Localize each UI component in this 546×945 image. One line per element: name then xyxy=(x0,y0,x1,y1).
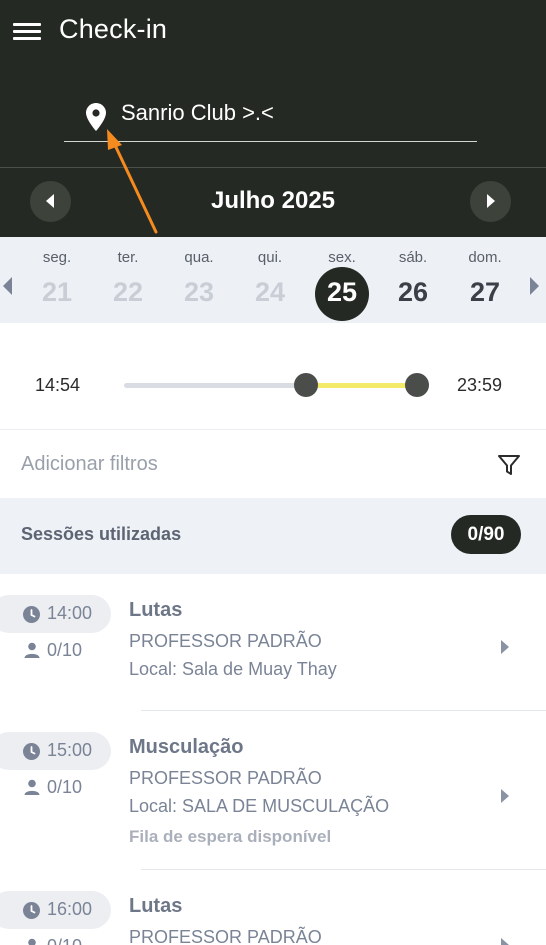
waitlist-available-label: Fila de espera disponível xyxy=(129,827,332,846)
clock-icon xyxy=(23,902,40,919)
chevron-right-icon xyxy=(501,789,509,803)
time-range-filter: 14:54 23:59 xyxy=(0,323,546,430)
class-time: 14:00 xyxy=(47,603,93,623)
app-header: Check-in Sanrio Club >.< Julho 2025 xyxy=(0,0,546,237)
class-list-item[interactable]: 15:00 0/10 Musculação PROFESSOR PADRÃO L… xyxy=(0,711,546,870)
class-location: Local: SALA DE MUSCULAÇÃO xyxy=(129,796,390,816)
class-capacity-value: 0/10 xyxy=(47,640,83,660)
person-icon xyxy=(24,642,40,658)
filter-icon xyxy=(498,455,520,475)
next-week-arrow-icon[interactable] xyxy=(530,277,539,295)
time-range-slider[interactable] xyxy=(124,373,429,397)
day-of-week: qua. xyxy=(184,249,214,266)
day-item[interactable]: sáb. 26 xyxy=(383,237,443,323)
class-location: Local: Sala de Muay Thay xyxy=(129,659,337,679)
time-range-start: 14:54 xyxy=(35,375,81,395)
class-teacher: PROFESSOR PADRÃO xyxy=(129,631,322,651)
sessions-used-label: Sessões utilizadas xyxy=(21,524,182,544)
day-number: 25 xyxy=(326,277,358,307)
sessions-used-bar: Sessões utilizadas 0/90 xyxy=(0,498,546,574)
time-range-end: 23:59 xyxy=(457,375,503,395)
class-time: 16:00 xyxy=(47,899,93,919)
class-list-item[interactable]: 16:00 0/10 Lutas PROFESSOR PADRÃO xyxy=(0,870,546,945)
day-number: 27 xyxy=(469,277,501,307)
map-pin-icon xyxy=(86,103,106,131)
clock-icon xyxy=(23,743,40,760)
month-navigator: Julho 2025 xyxy=(0,168,546,237)
location-name: Sanrio Club >.< xyxy=(121,100,274,125)
sessions-used-badge: 0/90 xyxy=(451,515,521,554)
day-item-selected[interactable]: sex. 25 xyxy=(312,237,372,323)
day-item[interactable]: ter. 22 xyxy=(98,237,158,323)
day-of-week: ter. xyxy=(117,249,139,266)
class-list-item[interactable]: 14:00 0/10 Lutas PROFESSOR PADRÃO Local:… xyxy=(0,574,546,711)
class-name: Musculação xyxy=(129,736,244,758)
day-item[interactable]: qui. 24 xyxy=(240,237,300,323)
day-number: 22 xyxy=(112,277,144,307)
person-icon xyxy=(24,779,40,795)
day-number: 21 xyxy=(41,277,73,307)
slider-end-handle[interactable] xyxy=(405,373,429,397)
day-of-week: sáb. xyxy=(398,249,428,266)
class-time: 15:00 xyxy=(47,740,93,760)
class-teacher: PROFESSOR PADRÃO xyxy=(129,927,322,945)
day-item[interactable]: qua. 23 xyxy=(169,237,229,323)
chevron-right-icon xyxy=(501,938,509,945)
location-selector[interactable]: Sanrio Club >.< xyxy=(64,92,477,142)
day-of-week: qui. xyxy=(257,249,283,266)
day-number: 23 xyxy=(183,277,215,307)
class-time-pill: 14:00 xyxy=(0,595,111,633)
next-month-button[interactable] xyxy=(470,181,511,222)
class-capacity-value: 0/10 xyxy=(47,777,83,797)
week-day-strip: seg. 21 ter. 22 qua. 23 qui. 24 sex. 25 … xyxy=(0,237,546,323)
class-time-pill: 16:00 xyxy=(0,891,111,929)
person-icon xyxy=(28,938,36,945)
class-name: Lutas xyxy=(129,599,183,621)
day-of-week: sex. xyxy=(328,249,356,266)
day-number: 26 xyxy=(397,277,429,307)
month-label: Julho 2025 xyxy=(210,187,336,214)
day-of-week: seg. xyxy=(42,249,72,266)
day-of-week: dom. xyxy=(468,249,502,266)
chevron-right-icon xyxy=(501,640,509,654)
slider-start-handle[interactable] xyxy=(294,373,318,397)
hamburger-menu-icon[interactable] xyxy=(13,21,41,43)
previous-week-arrow-icon[interactable] xyxy=(3,277,12,295)
chevron-right-icon xyxy=(487,194,495,208)
day-number: 24 xyxy=(254,277,286,307)
day-item[interactable]: seg. 21 xyxy=(27,237,87,323)
class-name: Lutas xyxy=(129,895,183,917)
clock-icon xyxy=(23,606,40,623)
slider-selected-range xyxy=(306,383,417,388)
page-title: Check-in xyxy=(59,14,168,44)
class-teacher: PROFESSOR PADRÃO xyxy=(129,768,322,788)
day-item[interactable]: dom. 27 xyxy=(455,237,515,323)
add-filters-label: Adicionar filtros xyxy=(21,453,158,475)
class-capacity-value: 0/10 xyxy=(47,936,82,945)
class-time-pill: 15:00 xyxy=(0,732,111,770)
add-filters-button[interactable]: Adicionar filtros xyxy=(0,431,546,498)
